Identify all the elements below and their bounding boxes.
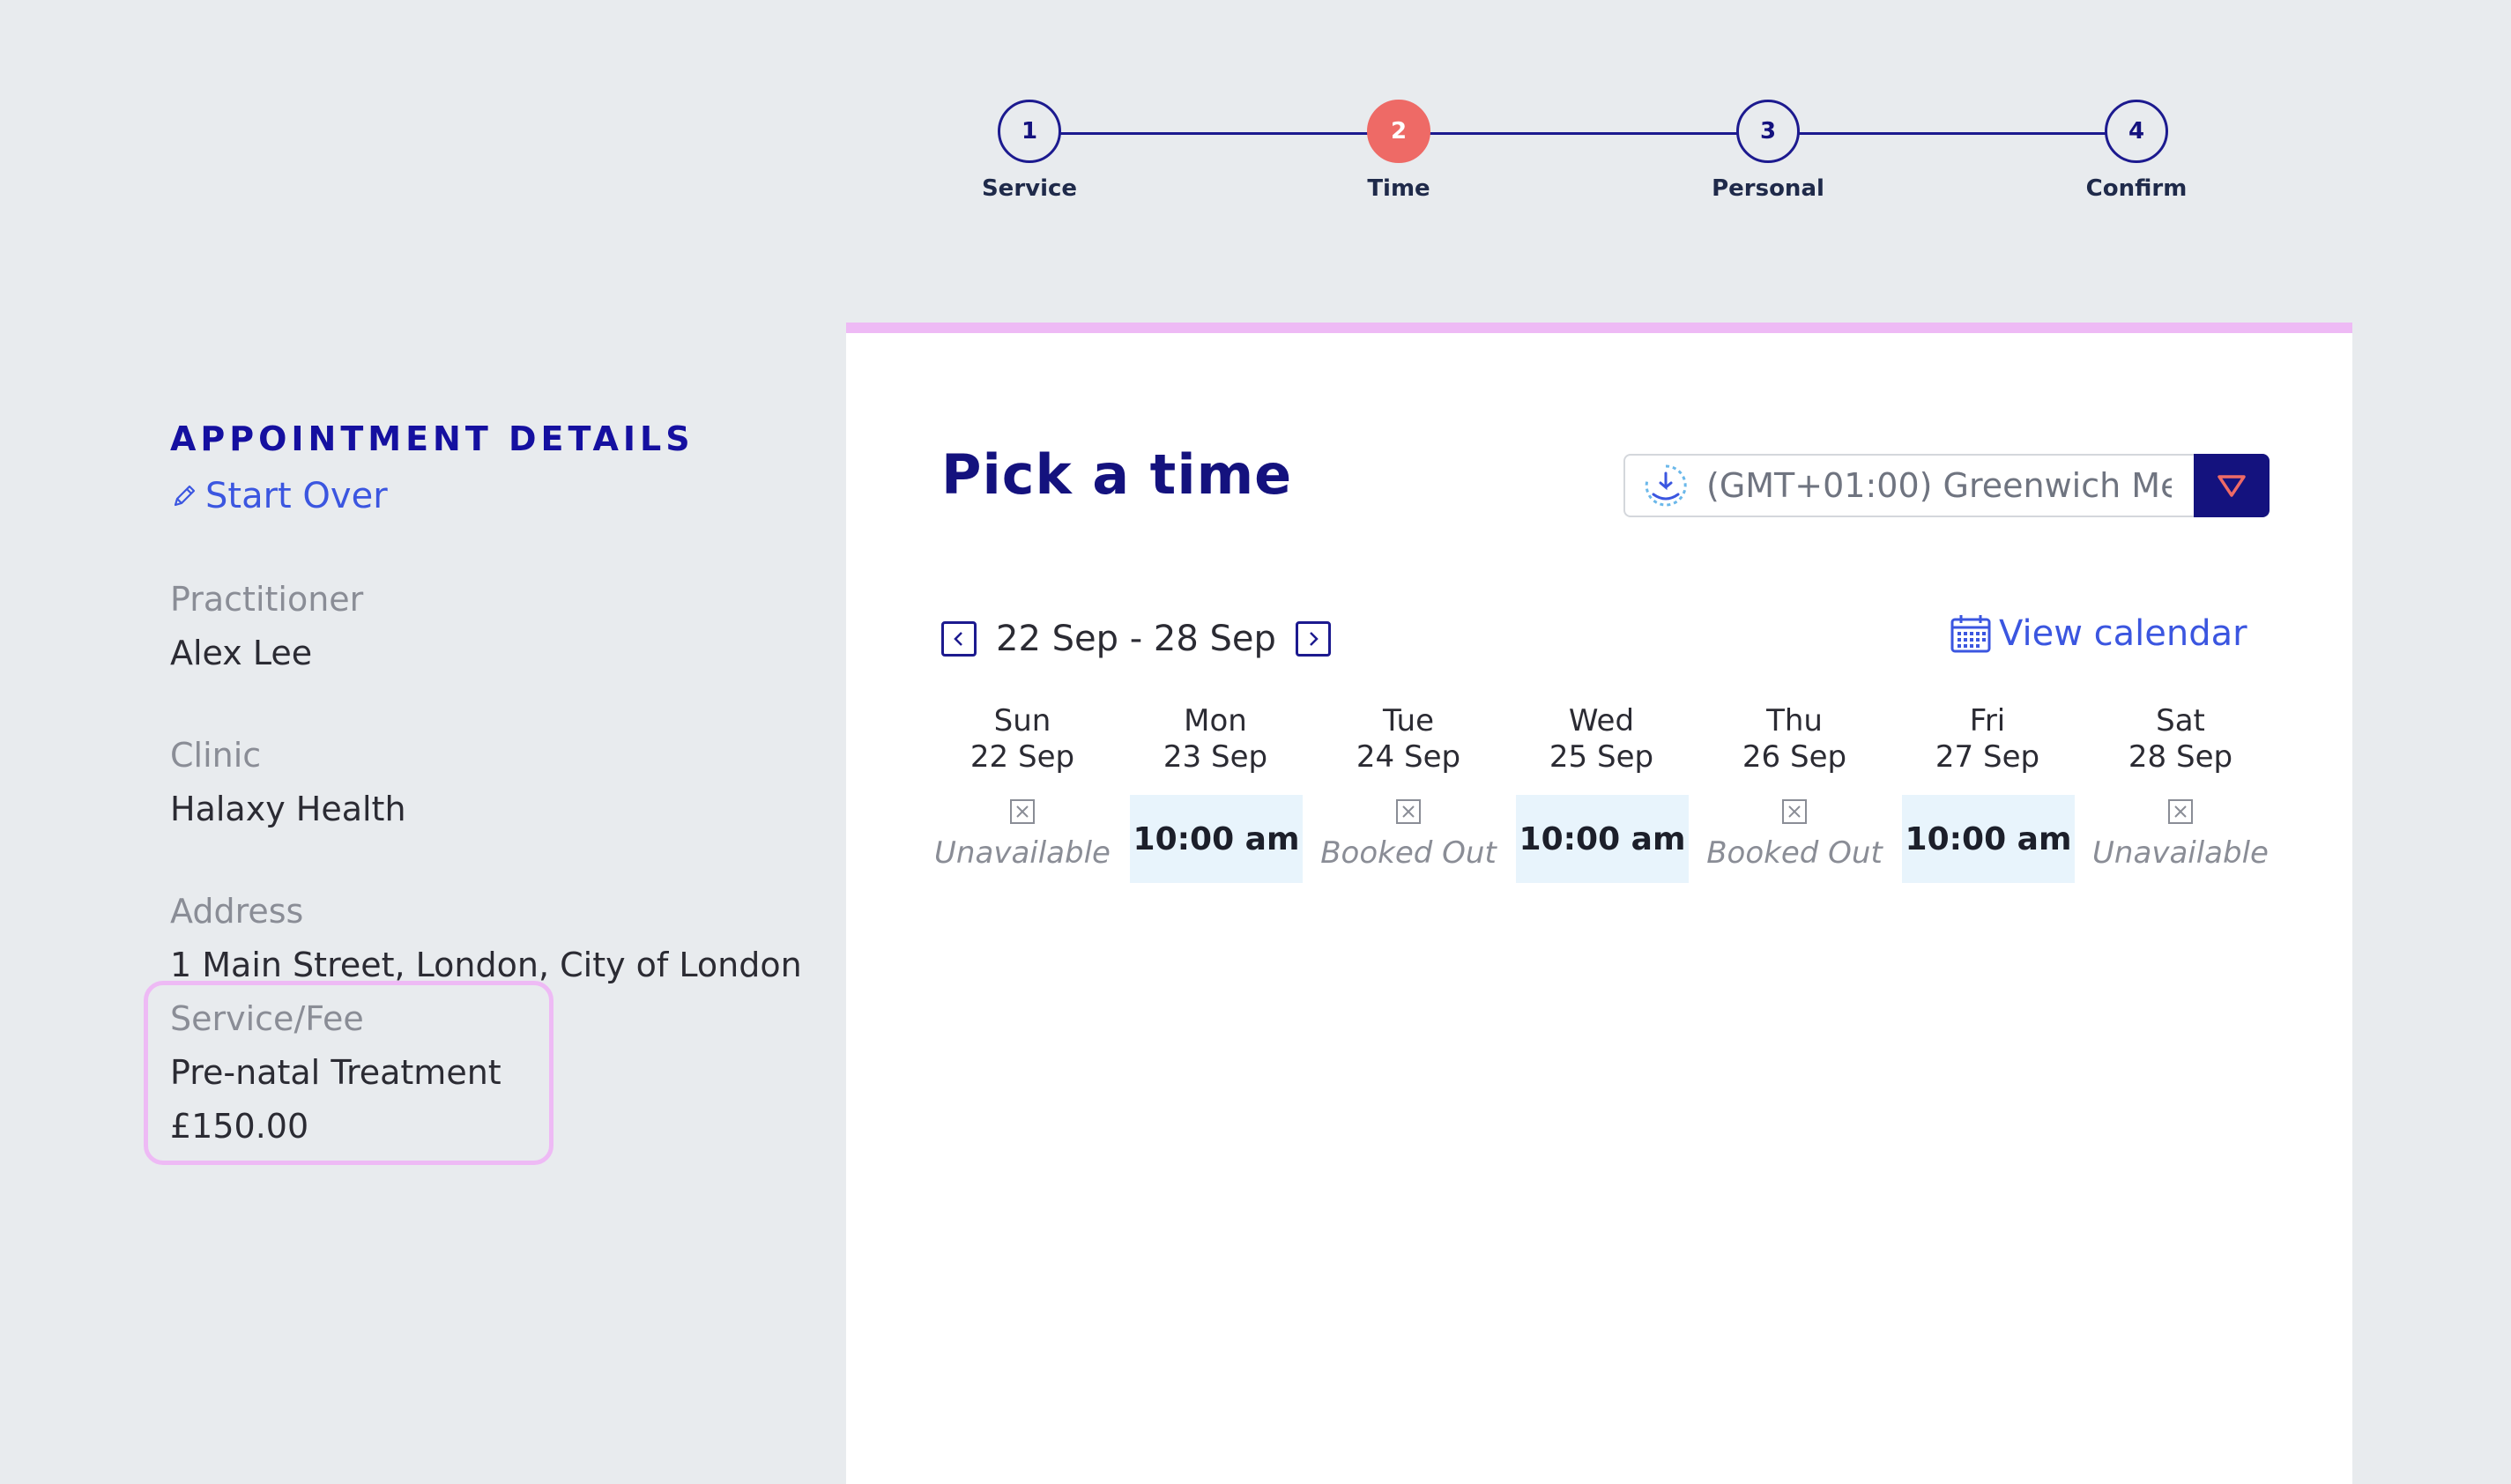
step-confirm: 4 Confirm — [2048, 100, 2225, 202]
previous-week-button[interactable] — [941, 621, 977, 657]
time-slot-button[interactable]: 10:00 am — [1516, 795, 1689, 883]
day-column-thu: Thu 26 Sep Booked Out — [1706, 703, 1883, 871]
day-status: Booked Out — [1320, 835, 1497, 871]
day-column-tue: Tue 24 Sep Booked Out — [1320, 703, 1497, 871]
progress-stepper: 1 Service 2 Time 3 Personal 4 Confirm — [982, 100, 2187, 214]
day-name: Tue — [1382, 703, 1435, 738]
timezone-clock-icon — [1645, 464, 1687, 507]
unavailable-x-icon — [1396, 799, 1421, 824]
step-number: 1 — [998, 100, 1061, 163]
day-status: Unavailable — [934, 835, 1111, 871]
address-value: 1 Main Street, London, City of London — [170, 946, 802, 984]
day-column-mon: Mon 23 Sep 10:00 am — [1127, 703, 1304, 883]
stepper-line — [1029, 132, 2136, 135]
day-column-fri: Fri 27 Sep 10:00 am — [1899, 703, 2076, 883]
clinic-value: Halaxy Health — [170, 790, 406, 828]
unavailable-x-icon — [1782, 799, 1807, 824]
page-title: Pick a time — [941, 442, 1293, 507]
step-number: 2 — [1367, 100, 1430, 163]
chevron-left-icon — [954, 632, 962, 646]
start-over-label: Start Over — [205, 476, 388, 516]
step-number: 4 — [2105, 100, 2168, 163]
practitioner-value: Alex Lee — [170, 634, 313, 672]
day-column-wed: Wed 25 Sep 10:00 am — [1513, 703, 1690, 883]
details-title: APPOINTMENT DETAILS — [170, 419, 695, 458]
appointment-details: APPOINTMENT DETAILS Start Over Practitio… — [170, 419, 840, 1146]
day-date: 23 Sep — [1163, 739, 1268, 775]
week-range: 22 Sep - 28 Sep — [996, 619, 1276, 659]
service-fee-highlight — [144, 981, 553, 1165]
day-name: Wed — [1568, 703, 1635, 738]
day-column-sun: Sun 22 Sep Unavailable — [934, 703, 1111, 871]
timezone-dropdown-button[interactable] — [2194, 454, 2270, 517]
practitioner-label: Practitioner — [170, 580, 364, 619]
timezone-value: (GMT+01:00) Greenwich Mean Time — [1706, 466, 2172, 505]
calendar-icon — [1950, 615, 1991, 653]
address-label: Address — [170, 892, 304, 931]
view-calendar-link[interactable]: View calendar — [1950, 613, 2247, 654]
chevron-right-icon — [1309, 632, 1319, 646]
day-name: Thu — [1766, 703, 1823, 738]
day-name: Mon — [1184, 703, 1247, 738]
pencil-icon — [174, 485, 196, 507]
step-label: Confirm — [2085, 175, 2188, 202]
week-days-grid: Sun 22 Sep Unavailable Mon 23 Sep 10:00 … — [934, 703, 2269, 883]
view-calendar-label: View calendar — [1999, 613, 2247, 654]
day-date: 27 Sep — [1935, 739, 2040, 775]
step-label: Service — [981, 175, 1078, 202]
clinic-label: Clinic — [170, 736, 262, 775]
triangle-down-icon — [2218, 475, 2246, 497]
day-name: Sun — [993, 703, 1051, 738]
step-label: Personal — [1712, 175, 1824, 202]
step-number: 3 — [1736, 100, 1800, 163]
unavailable-cell: Unavailable — [934, 798, 1111, 871]
booked-out-cell: Booked Out — [1320, 798, 1497, 871]
day-name: Sat — [2156, 703, 2205, 738]
step-personal: 3 Personal — [1680, 100, 1856, 202]
day-status: Booked Out — [1706, 835, 1883, 871]
day-status: Unavailable — [2092, 835, 2269, 871]
day-date: 28 Sep — [2128, 739, 2233, 775]
booked-out-cell: Booked Out — [1706, 798, 1883, 871]
unavailable-x-icon — [1010, 799, 1035, 824]
time-picker-card: Pick a time (GMT+01:00) Greenwich Mean T… — [846, 323, 2352, 1484]
time-slot-button[interactable]: 10:00 am — [1902, 795, 2075, 883]
day-date: 25 Sep — [1549, 739, 1654, 775]
time-slot-button[interactable]: 10:00 am — [1130, 795, 1303, 883]
start-over-link[interactable]: Start Over — [170, 476, 388, 516]
week-navigation: 22 Sep - 28 Sep — [941, 618, 1331, 660]
next-week-button[interactable] — [1295, 621, 1331, 657]
day-name: Fri — [1969, 703, 2006, 738]
day-date: 26 Sep — [1742, 739, 1847, 775]
timezone-select[interactable]: (GMT+01:00) Greenwich Mean Time — [1623, 454, 2235, 517]
day-date: 24 Sep — [1356, 739, 1461, 775]
day-date: 22 Sep — [969, 739, 1075, 775]
step-label: Time — [1367, 175, 1430, 202]
day-column-sat: Sat 28 Sep Unavailable — [2092, 703, 2269, 871]
step-service: 1 Service — [941, 100, 1118, 202]
unavailable-cell: Unavailable — [2092, 798, 2269, 871]
step-time: 2 Time — [1311, 100, 1487, 202]
unavailable-x-icon — [2168, 799, 2193, 824]
